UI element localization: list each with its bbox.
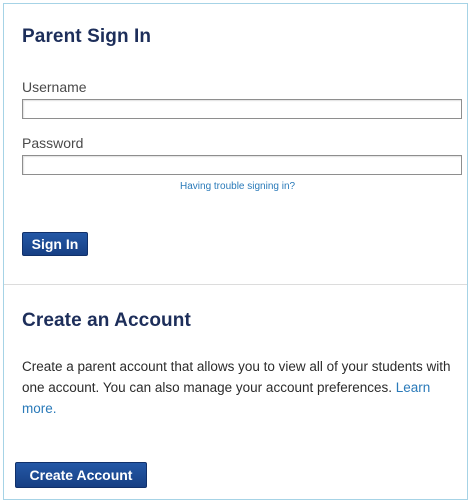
parent-signin-section: Parent Sign In Username Password Having … — [4, 4, 467, 284]
password-label: Password — [22, 135, 84, 151]
create-account-button[interactable]: Create Account — [15, 462, 147, 488]
signin-heading: Parent Sign In — [22, 26, 152, 47]
password-input[interactable] — [22, 155, 462, 175]
description-text: Create a parent account that allows you … — [22, 359, 451, 395]
username-input[interactable] — [22, 99, 462, 119]
sign-in-button[interactable]: Sign In — [22, 232, 88, 256]
create-account-heading: Create an Account — [22, 310, 191, 331]
trouble-signing-in-link[interactable]: Having trouble signing in? — [180, 181, 295, 192]
username-label: Username — [22, 79, 87, 95]
signin-panel: Parent Sign In Username Password Having … — [3, 3, 468, 500]
section-divider — [4, 284, 467, 285]
create-account-description: Create a parent account that allows you … — [22, 356, 458, 419]
